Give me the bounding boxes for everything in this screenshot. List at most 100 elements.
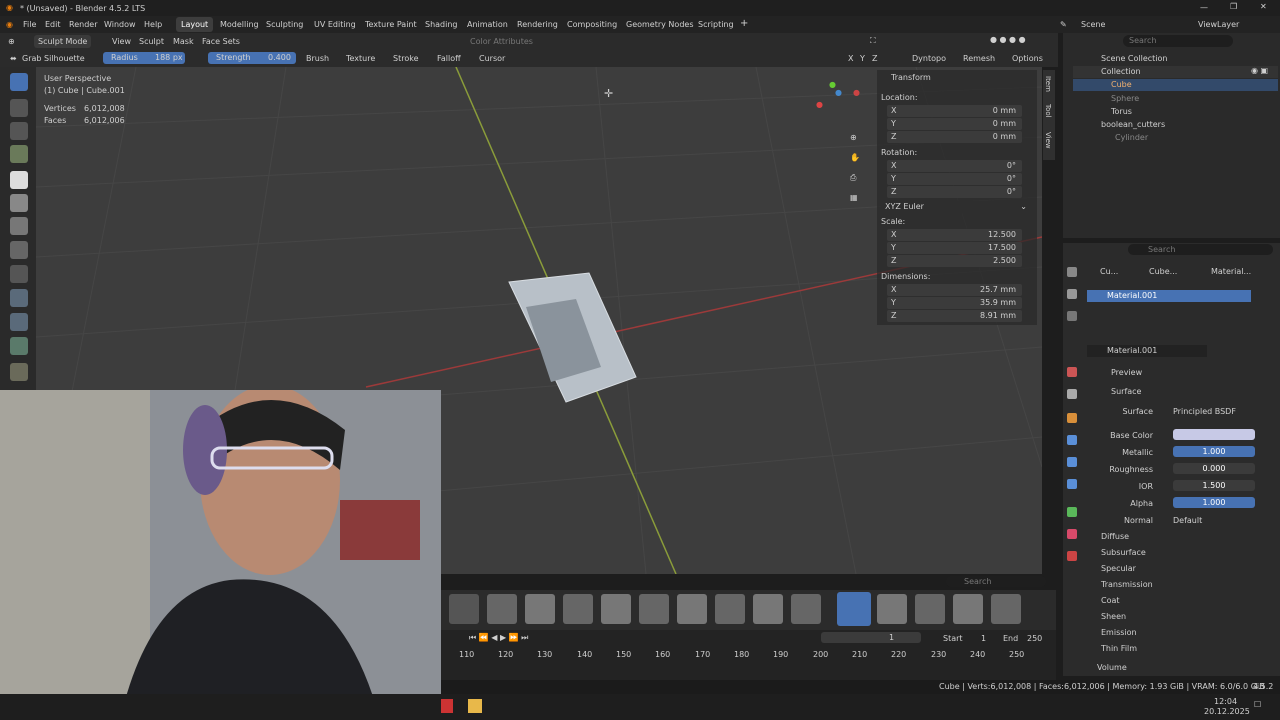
- tab-scripting[interactable]: Scripting: [698, 20, 734, 29]
- roughness-field[interactable]: 0.000: [1173, 463, 1255, 474]
- remesh-menu[interactable]: Remesh: [963, 54, 995, 63]
- rotation-x-field[interactable]: X 0°: [887, 160, 1022, 172]
- pan-hand-icon[interactable]: ✋: [850, 153, 860, 162]
- transform-tool-icon[interactable]: [10, 363, 28, 381]
- tab-item[interactable]: Item: [1044, 76, 1052, 92]
- brush-thumb-12[interactable]: [877, 594, 907, 624]
- render-tab-icon[interactable]: [1067, 289, 1077, 299]
- tool-tab-icon[interactable]: [1067, 267, 1077, 277]
- visibility-eye-icon[interactable]: ◉ ▣: [1251, 66, 1268, 75]
- maximize-icon[interactable]: ❐: [1230, 2, 1237, 11]
- box-mask-icon[interactable]: [10, 194, 28, 212]
- tab-compositing[interactable]: Compositing: [567, 20, 617, 29]
- material-tab-icon[interactable]: [1067, 529, 1077, 539]
- rotation-z-field[interactable]: Z 0°: [887, 186, 1022, 198]
- color-filter-icon[interactable]: [10, 337, 28, 355]
- grid-view-icon[interactable]: ▦: [850, 193, 858, 202]
- symmetry-z[interactable]: Z: [872, 54, 877, 63]
- brush-thumb-13[interactable]: [915, 594, 945, 624]
- box-trim-icon[interactable]: [10, 241, 28, 259]
- brush-thumb-6[interactable]: [639, 594, 669, 624]
- tab-rendering[interactable]: Rendering: [517, 20, 558, 29]
- gizmo-x-icon[interactable]: ●: [816, 100, 823, 109]
- tab-layout[interactable]: Layout: [176, 17, 214, 32]
- preview-section[interactable]: Preview: [1111, 368, 1142, 377]
- brush-thumb-3[interactable]: [525, 594, 555, 624]
- tab-texture-paint[interactable]: Texture Paint: [365, 20, 417, 29]
- brush-menu[interactable]: Brush: [306, 54, 329, 63]
- outliner-item-torus[interactable]: Torus: [1111, 107, 1132, 116]
- file-explorer-icon[interactable]: [468, 699, 482, 713]
- data-tab-icon[interactable]: [1067, 507, 1077, 517]
- app-icon-1[interactable]: [441, 699, 453, 713]
- viewport-gizmo-toggle-icon[interactable]: ⛶: [870, 36, 876, 46]
- metallic-field[interactable]: 1.000: [1173, 446, 1255, 457]
- menu-view[interactable]: View: [112, 37, 131, 46]
- dyntopo-menu[interactable]: Dyntopo: [912, 54, 946, 63]
- dimension-x-field[interactable]: X 25.7 mm: [887, 284, 1022, 296]
- material-datablock[interactable]: Material.001: [1087, 345, 1207, 357]
- scene-name[interactable]: Scene: [1081, 20, 1105, 29]
- location-z-field[interactable]: Z0 mm: [887, 131, 1022, 143]
- brush-thumb-10[interactable]: [791, 594, 821, 624]
- notification-icon[interactable]: ☐: [1254, 700, 1261, 709]
- asset-shelf-search[interactable]: Search: [946, 576, 1046, 587]
- cursor-menu[interactable]: Cursor: [479, 54, 505, 63]
- add-workspace-icon[interactable]: +: [740, 18, 748, 29]
- brush-thumb-2[interactable]: [487, 594, 517, 624]
- draw-brush-icon[interactable]: [10, 73, 28, 91]
- scene-tab-icon[interactable]: [1067, 367, 1077, 377]
- stroke-menu[interactable]: Stroke: [393, 54, 419, 63]
- blender-menu-icon[interactable]: ◉: [6, 20, 13, 29]
- scale-x-field[interactable]: X 12.500: [887, 229, 1022, 241]
- tab-modelling[interactable]: Modelling: [220, 20, 259, 29]
- menu-render[interactable]: Render: [69, 20, 97, 29]
- tab-uv-editing[interactable]: UV Editing: [314, 20, 356, 29]
- brush-thumb-5[interactable]: [601, 594, 631, 624]
- physics-tab-icon[interactable]: [1067, 479, 1077, 489]
- brush-thumb-active[interactable]: [837, 592, 871, 626]
- current-frame-field[interactable]: 1: [821, 632, 921, 643]
- shading-buttons-icon[interactable]: ● ● ● ●: [990, 35, 1026, 44]
- particles-tab-icon[interactable]: [1067, 457, 1077, 467]
- strength-field[interactable]: Strength 0.400: [208, 52, 296, 64]
- section-subsurface[interactable]: Subsurface: [1101, 548, 1146, 557]
- rotation-mode-select[interactable]: XYZ Euler ⌄: [881, 201, 1031, 213]
- gizmo-neg-x-icon[interactable]: ●: [853, 88, 860, 97]
- section-sheen[interactable]: Sheen: [1101, 612, 1126, 621]
- mesh-filter-icon[interactable]: [10, 289, 28, 307]
- close-icon[interactable]: ✕: [1260, 2, 1267, 11]
- properties-search[interactable]: Search: [1128, 244, 1273, 255]
- ior-field[interactable]: 1.500: [1173, 480, 1255, 491]
- rotation-y-field[interactable]: Y 0°: [887, 173, 1022, 185]
- scale-z-field[interactable]: Z 2.500: [887, 255, 1022, 267]
- tab-geometry-nodes[interactable]: Geometry Nodes: [626, 20, 693, 29]
- collection-row[interactable]: Collection: [1073, 66, 1278, 78]
- minimize-icon[interactable]: —: [1200, 3, 1208, 12]
- tool-name[interactable]: Grab Silhouette: [22, 54, 85, 63]
- line-project-icon[interactable]: [10, 265, 28, 283]
- box-face-set-icon[interactable]: [10, 217, 28, 235]
- texture-tab-icon[interactable]: [1067, 551, 1077, 561]
- scale-y-field[interactable]: Y 17.500: [887, 242, 1022, 254]
- outliner-boolean-collection[interactable]: boolean_cutters: [1101, 120, 1165, 129]
- grab-brush-icon[interactable]: [10, 122, 28, 140]
- menu-window[interactable]: Window: [104, 20, 136, 29]
- end-frame[interactable]: 250: [1027, 634, 1042, 643]
- brush-thumb-9[interactable]: [753, 594, 783, 624]
- section-specular[interactable]: Specular: [1101, 564, 1136, 573]
- tab-sculpting[interactable]: Sculpting: [266, 20, 303, 29]
- symmetry-y[interactable]: Y: [860, 54, 865, 63]
- section-coat[interactable]: Coat: [1101, 596, 1120, 605]
- outliner-item-sphere[interactable]: Sphere: [1111, 94, 1139, 103]
- tab-view[interactable]: View: [1044, 132, 1052, 149]
- mode-selector[interactable]: Sculpt Mode: [34, 35, 92, 48]
- menu-edit[interactable]: Edit: [45, 20, 61, 29]
- section-thin-film[interactable]: Thin Film: [1101, 644, 1137, 653]
- brush-thumb-15[interactable]: [991, 594, 1021, 624]
- menu-sculpt[interactable]: Sculpt: [139, 37, 164, 46]
- symmetry-x[interactable]: X: [848, 54, 853, 63]
- start-frame[interactable]: 1: [981, 634, 986, 643]
- outliner-item-cube[interactable]: Cube: [1073, 79, 1278, 91]
- tab-tool[interactable]: Tool: [1044, 104, 1052, 118]
